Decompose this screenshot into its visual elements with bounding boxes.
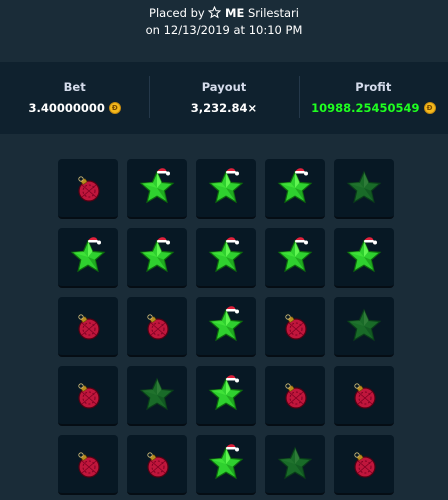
star-dim-icon bbox=[273, 442, 317, 486]
star-santa-hat-icon bbox=[204, 373, 248, 417]
username-link[interactable]: Srilestari bbox=[248, 6, 299, 20]
tile-r3-c2[interactable] bbox=[127, 297, 187, 357]
tile-r1-c5[interactable] bbox=[334, 159, 394, 219]
ornament-mine-icon bbox=[347, 447, 381, 481]
bet-value-row: 3.40000000 Ð bbox=[28, 101, 121, 115]
star-santa-hat-icon bbox=[204, 304, 248, 348]
profit-stat: Profit 10988.25450549 Ð bbox=[298, 62, 448, 134]
star-santa-hat-icon bbox=[204, 442, 248, 486]
dogecoin-icon: Ð bbox=[108, 102, 121, 114]
payout-value-row: 3,232.84× bbox=[191, 101, 257, 115]
dogecoin-icon: Ð bbox=[423, 102, 436, 114]
profit-value-row: 10988.25450549 Ð bbox=[311, 101, 436, 115]
tile-r5-c2[interactable] bbox=[127, 435, 187, 495]
tile-r4-c2[interactable] bbox=[127, 366, 187, 426]
tile-r4-c3[interactable] bbox=[196, 366, 256, 426]
tile-r1-c3[interactable] bbox=[196, 159, 256, 219]
tile-r1-c4[interactable] bbox=[265, 159, 325, 219]
ornament-mine-icon bbox=[278, 309, 312, 343]
tile-r2-c5[interactable] bbox=[334, 228, 394, 288]
tile-r3-c3[interactable] bbox=[196, 297, 256, 357]
profit-value: 10988.25450549 bbox=[311, 101, 420, 115]
ornament-mine-icon bbox=[140, 447, 174, 481]
star-santa-hat-icon bbox=[66, 235, 110, 279]
star-santa-hat-icon bbox=[273, 166, 317, 210]
placed-by-line: Placed by ME Srilestari bbox=[0, 5, 448, 23]
tile-r2-c4[interactable] bbox=[265, 228, 325, 288]
tile-r4-c4[interactable] bbox=[265, 366, 325, 426]
payout-label: Payout bbox=[201, 80, 247, 94]
tile-r3-c5[interactable] bbox=[334, 297, 394, 357]
tile-r5-c4[interactable] bbox=[265, 435, 325, 495]
ornament-mine-icon bbox=[71, 447, 105, 481]
tile-r1-c2[interactable] bbox=[127, 159, 187, 219]
mines-grid bbox=[58, 159, 394, 495]
star-santa-hat-icon bbox=[135, 235, 179, 279]
star-outline-icon bbox=[208, 5, 222, 23]
ornament-mine-icon bbox=[140, 309, 174, 343]
payout-stat: Payout 3,232.84× bbox=[149, 62, 298, 134]
tile-r2-c2[interactable] bbox=[127, 228, 187, 288]
profit-label: Profit bbox=[355, 80, 392, 94]
tile-r2-c1[interactable] bbox=[58, 228, 118, 288]
ornament-mine-icon bbox=[278, 378, 312, 412]
star-dim-icon bbox=[342, 304, 386, 348]
bet-label: Bet bbox=[63, 80, 86, 94]
star-santa-hat-icon bbox=[204, 166, 248, 210]
tile-r2-c3[interactable] bbox=[196, 228, 256, 288]
bet-value: 3.40000000 bbox=[28, 101, 105, 115]
placed-by-label: Placed by bbox=[149, 6, 205, 20]
tile-r4-c1[interactable] bbox=[58, 366, 118, 426]
date-line: on 12/13/2019 at 10:10 PM bbox=[145, 23, 303, 37]
star-santa-hat-icon bbox=[273, 235, 317, 279]
tile-r5-c1[interactable] bbox=[58, 435, 118, 495]
tile-r3-c4[interactable] bbox=[265, 297, 325, 357]
tile-r3-c1[interactable] bbox=[58, 297, 118, 357]
star-santa-hat-icon bbox=[204, 235, 248, 279]
bet-stat: Bet 3.40000000 Ð bbox=[0, 62, 149, 134]
star-santa-hat-icon bbox=[135, 166, 179, 210]
stats-bar: Bet 3.40000000 Ð Payout 3,232.84× Profit… bbox=[0, 62, 448, 134]
bet-info-header: Placed by ME Srilestari on 12/13/2019 at… bbox=[0, 0, 448, 60]
star-santa-hat-icon bbox=[342, 235, 386, 279]
ornament-mine-icon bbox=[71, 309, 105, 343]
tile-r4-c5[interactable] bbox=[334, 366, 394, 426]
user-badge: ME bbox=[225, 6, 245, 20]
tile-r1-c1[interactable] bbox=[58, 159, 118, 219]
ornament-mine-icon bbox=[71, 171, 105, 205]
ornament-mine-icon bbox=[71, 378, 105, 412]
star-dim-icon bbox=[135, 373, 179, 417]
tile-r5-c3[interactable] bbox=[196, 435, 256, 495]
star-dim-icon bbox=[342, 166, 386, 210]
tile-r5-c5[interactable] bbox=[334, 435, 394, 495]
payout-value: 3,232.84× bbox=[190, 101, 258, 115]
ornament-mine-icon bbox=[347, 378, 381, 412]
